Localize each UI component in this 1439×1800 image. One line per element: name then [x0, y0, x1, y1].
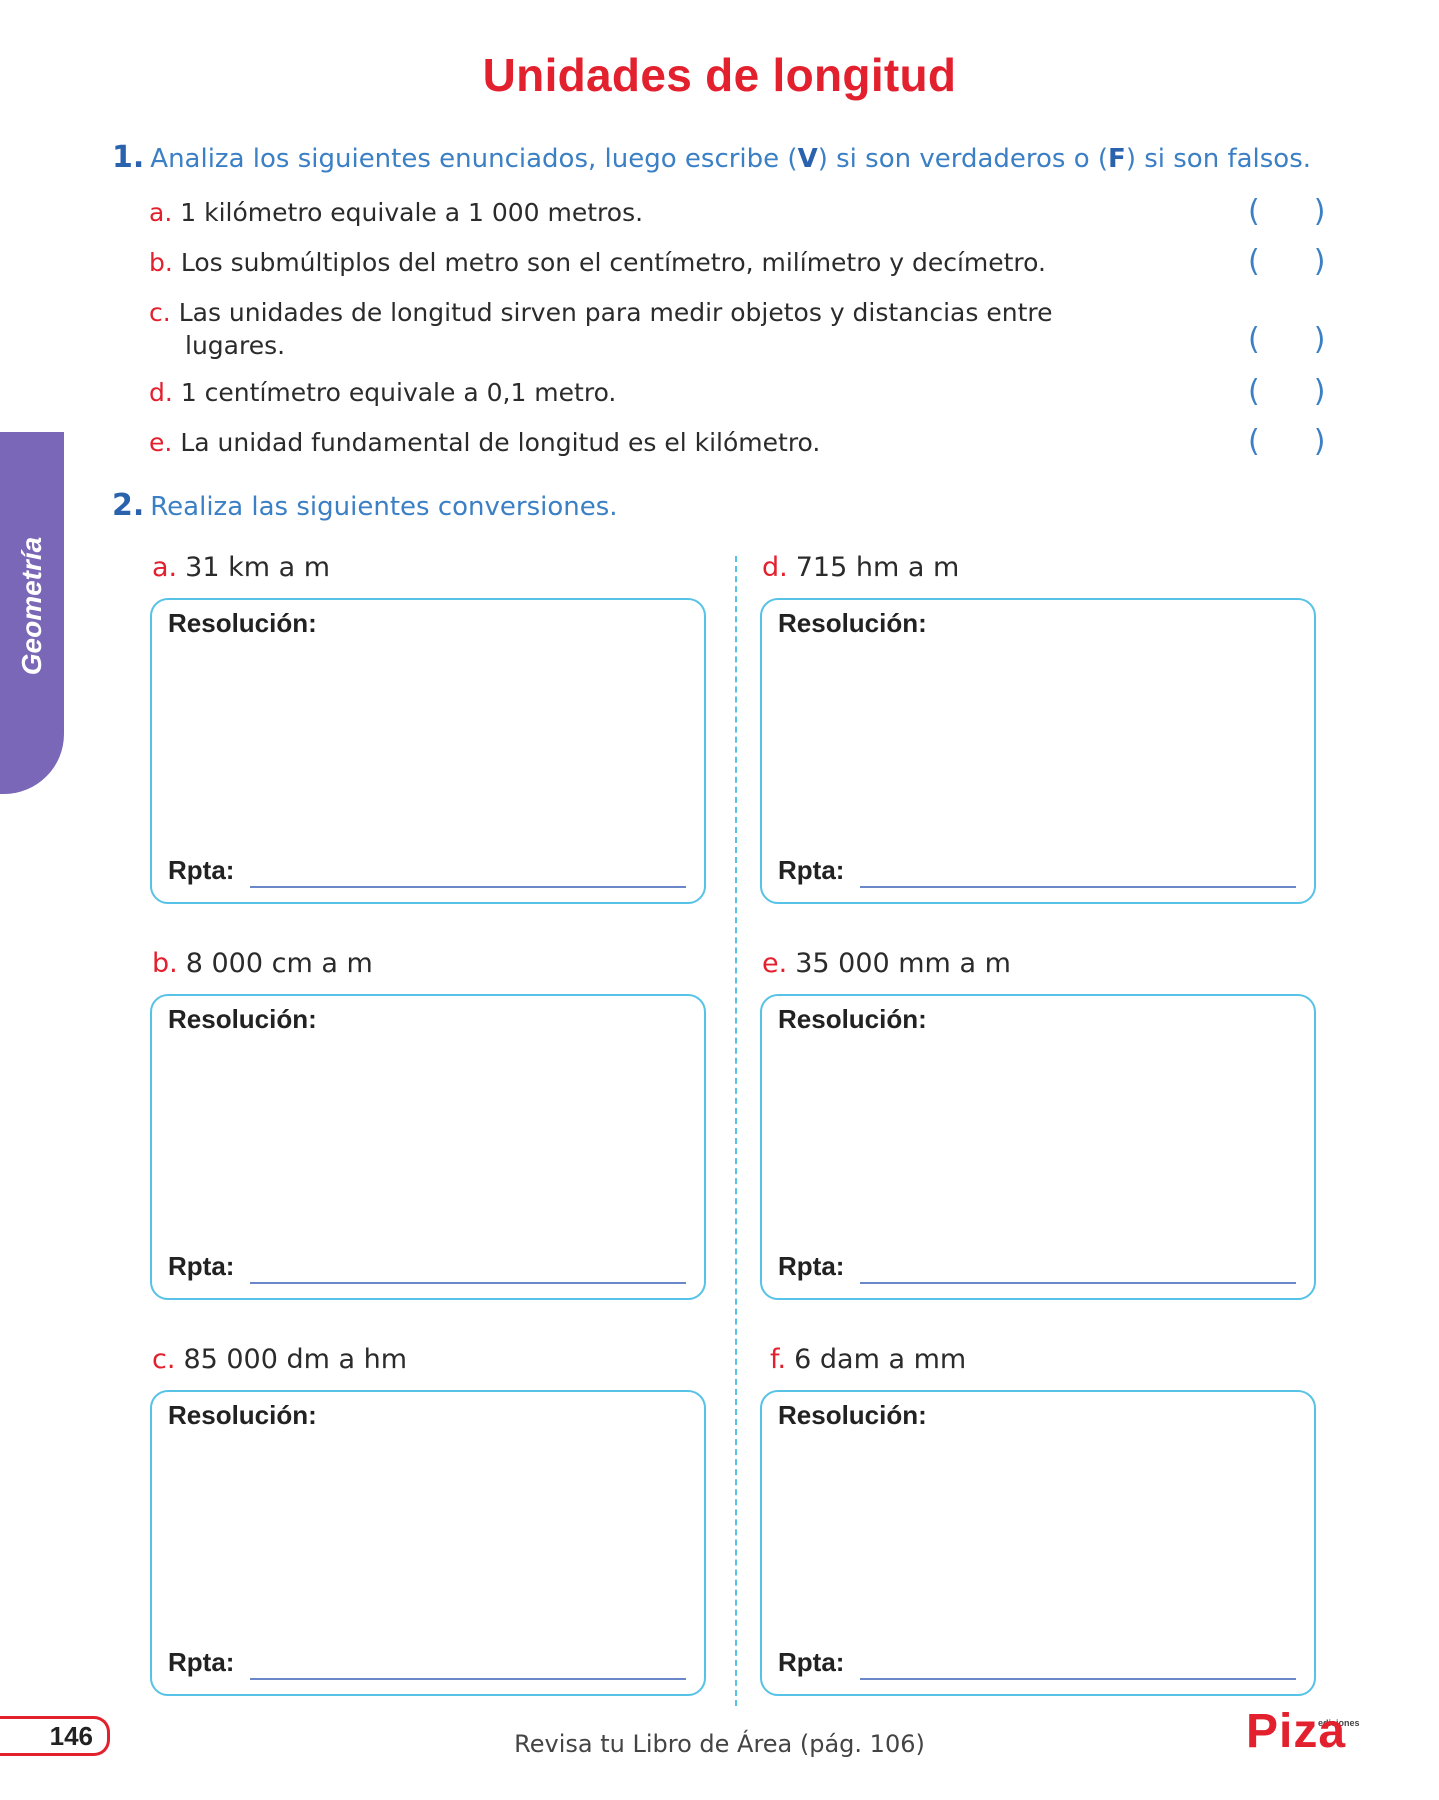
answer-slot-a[interactable]: () [1248, 194, 1325, 229]
answer-line-b[interactable] [250, 1282, 686, 1284]
conversion-e-label: e. 35 000 mm a m [762, 948, 1011, 979]
answer-slot-c[interactable]: () [1248, 322, 1325, 357]
resolution-box-d[interactable]: Resolución: Rpta: [760, 598, 1316, 904]
true-marker: V [797, 144, 818, 174]
side-tab-label: Geometría [16, 536, 47, 676]
resolution-box-c[interactable]: Resolución: Rpta: [150, 1390, 706, 1696]
column-divider [735, 556, 737, 1706]
statement-a: a. 1 kilómetro equivale a 1 000 metros. [149, 198, 644, 227]
conversion-b-label: b. 8 000 cm a m [152, 948, 373, 979]
conversion-c-label: c. 85 000 dm a hm [152, 1344, 408, 1375]
answer-slot-b[interactable]: () [1248, 244, 1325, 279]
question-1-instruction: 1. Analiza los siguientes enunciados, lue… [112, 140, 1312, 175]
question-2-number: 2. [112, 488, 145, 523]
answer-line-c[interactable] [250, 1678, 686, 1680]
resolution-box-e[interactable]: Resolución: Rpta: [760, 994, 1316, 1300]
publisher-logo: Piza [1246, 1705, 1347, 1758]
answer-slot-e[interactable]: () [1248, 424, 1325, 459]
answer-line-f[interactable] [860, 1678, 1296, 1680]
page-title: Unidades de longitud [482, 49, 957, 101]
statement-d: d. 1 centímetro equivale a 0,1 metro. [149, 378, 617, 407]
section-side-tab: Geometría [0, 432, 64, 794]
resolution-box-f[interactable]: Resolución: Rpta: [760, 1390, 1316, 1696]
statement-c: c. Las unidades de longitud sirven para m… [149, 298, 1053, 360]
false-marker: F [1108, 144, 1126, 174]
question-2-instruction: 2. Realiza las siguientes conversiones. [112, 488, 618, 523]
answer-slot-d[interactable]: () [1248, 374, 1325, 409]
question-1-number: 1. [112, 140, 145, 175]
statement-b: b. Los submúltiplos del metro son el cent… [149, 248, 1046, 277]
answer-line-d[interactable] [860, 886, 1296, 888]
answer-line-a[interactable] [250, 886, 686, 888]
statement-e: e. La unidad fundamental de longitud es e… [149, 428, 821, 457]
answer-line-e[interactable] [860, 1282, 1296, 1284]
conversion-f-label: f. 6 dam a mm [770, 1344, 967, 1375]
review-note: Revisa tu Libro de Área (pág. 106) [514, 1730, 925, 1758]
resolution-box-b[interactable]: Resolución: Rpta: [150, 994, 706, 1300]
conversion-d-label: d. 715 hm a m [762, 552, 960, 583]
resolution-box-a[interactable]: Resolución: Rpta: [150, 598, 706, 904]
conversion-a-label: a. 31 km a m [152, 552, 331, 583]
